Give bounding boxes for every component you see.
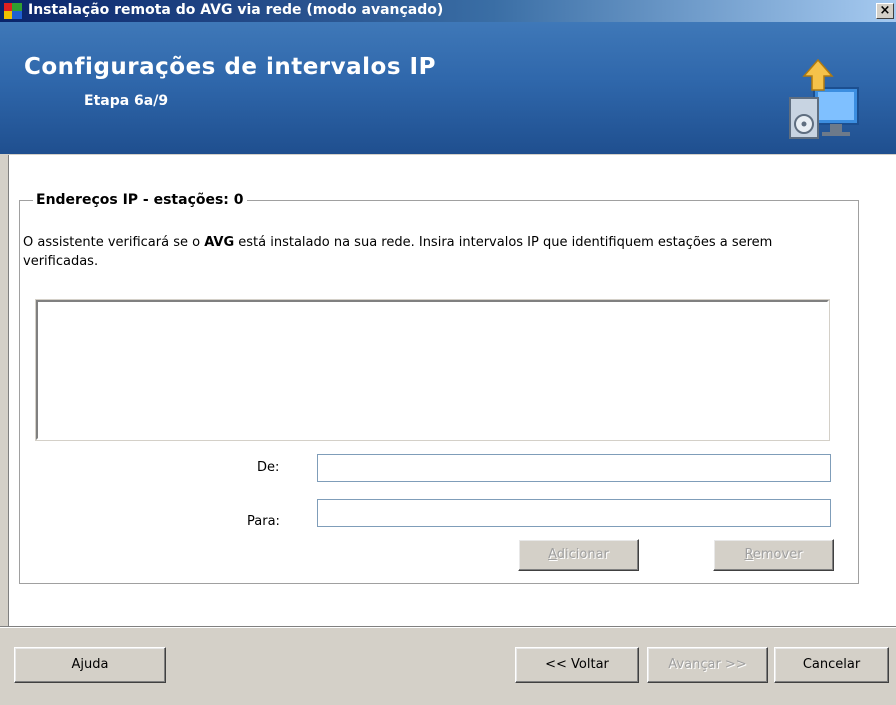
- add-mnemonic: A: [548, 547, 557, 562]
- avg-logo-icon: [4, 3, 22, 19]
- close-button[interactable]: ×: [876, 3, 894, 19]
- ip-range-list[interactable]: [35, 299, 830, 441]
- to-label: Para:: [247, 514, 280, 529]
- header-banner: Configurações de intervalos IP Etapa 6a/…: [0, 22, 896, 154]
- description-text: O assistente verificará se o AVG está in…: [23, 233, 823, 271]
- desc-before: O assistente verificará se o: [23, 235, 205, 250]
- window-title: Instalação remota do AVG via rede (modo …: [28, 2, 444, 18]
- remove-mnemonic: R: [744, 547, 753, 562]
- remove-label: emover: [752, 547, 803, 562]
- group-legend: Endereços IP - estações: 0: [33, 192, 247, 208]
- separator: [0, 627, 896, 628]
- help-button[interactable]: Ajuda: [14, 647, 166, 683]
- from-ip-input[interactable]: [317, 454, 831, 482]
- next-button[interactable]: Avançar >>: [647, 647, 768, 683]
- add-label: dicionar: [556, 547, 609, 562]
- installer-window: Instalação remota do AVG via rede (modo …: [0, 0, 896, 705]
- cancel-button[interactable]: Cancelar: [774, 647, 889, 683]
- desc-bold: AVG: [204, 235, 235, 250]
- add-button[interactable]: Adicionar: [518, 539, 639, 571]
- network-install-icon: [789, 58, 859, 139]
- from-label: De:: [257, 460, 280, 475]
- to-ip-input[interactable]: [317, 499, 831, 527]
- content-panel: Endereços IP - estações: 0 O assistente …: [8, 155, 896, 626]
- page-title: Configurações de intervalos IP: [24, 54, 436, 80]
- title-bar: Instalação remota do AVG via rede (modo …: [0, 0, 896, 22]
- step-indicator: Etapa 6a/9: [84, 93, 169, 109]
- back-button[interactable]: << Voltar: [515, 647, 639, 683]
- remove-button[interactable]: Remover: [713, 539, 834, 571]
